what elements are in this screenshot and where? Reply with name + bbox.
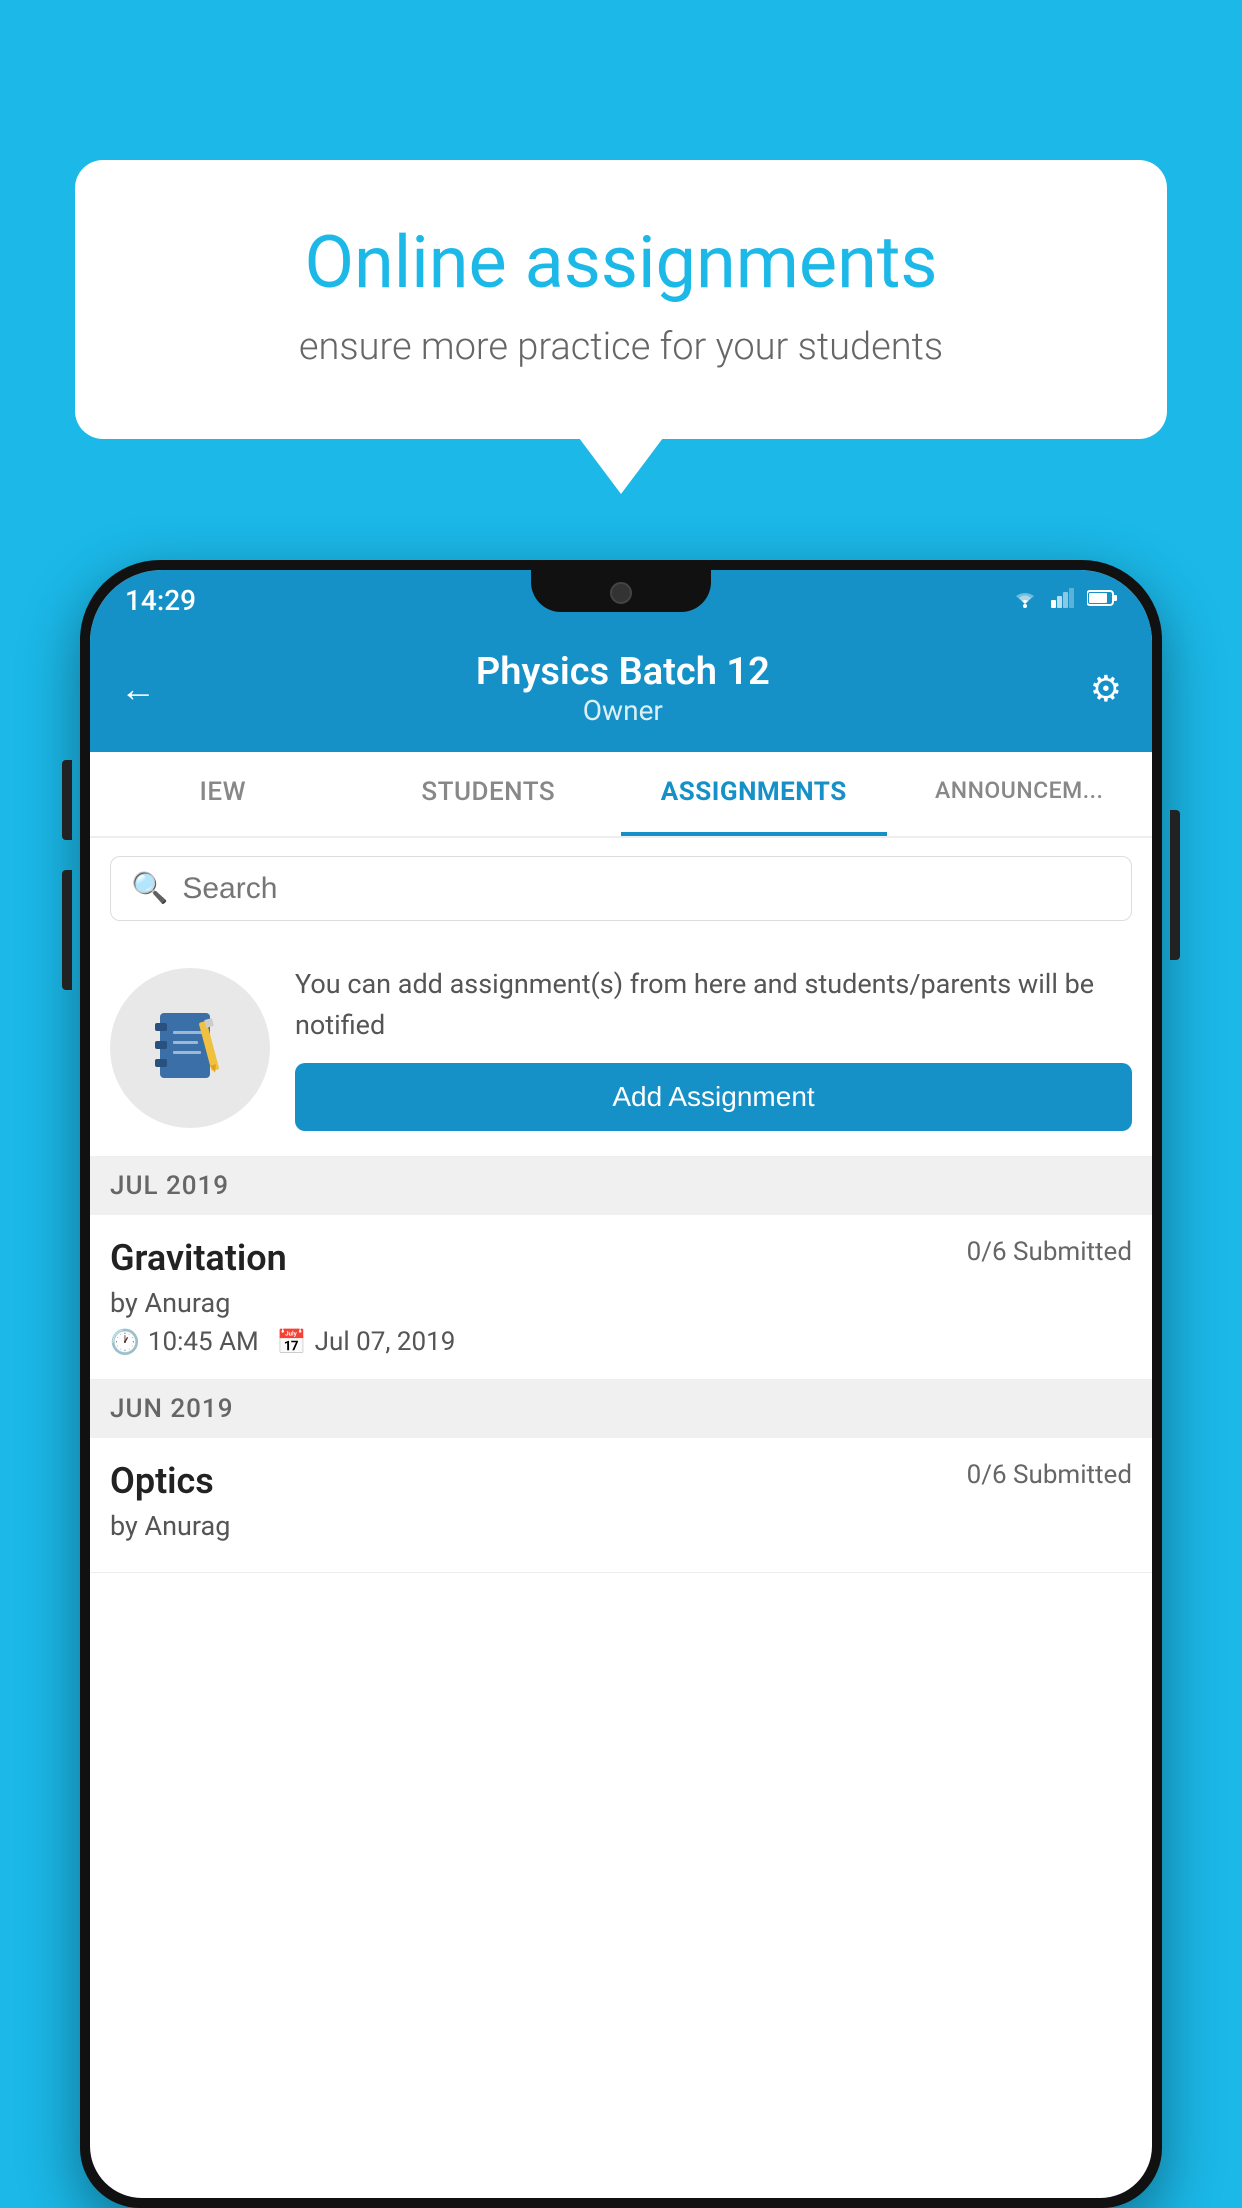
app-header: ← Physics Batch 12 Owner ⚙ (90, 630, 1152, 752)
batch-title: Physics Batch 12 (476, 650, 770, 694)
search-icon: 🔍 (131, 871, 168, 906)
assignment-row-top: Gravitation 0/6 Submitted (110, 1237, 1132, 1279)
phone-notch (531, 570, 711, 612)
search-container: 🔍 (90, 838, 1152, 939)
assignment-by-gravitation: by Anurag (110, 1287, 1132, 1319)
phone-volume-up-btn (62, 760, 72, 840)
assignment-optics-row-top: Optics 0/6 Submitted (110, 1460, 1132, 1502)
back-button[interactable]: ← (120, 668, 156, 710)
header-center: Physics Batch 12 Owner (476, 650, 770, 727)
assignment-meta-gravitation: 🕐 10:45 AM 📅 Jul 07, 2019 (110, 1327, 1132, 1357)
assignment-name-optics: Optics (110, 1460, 214, 1502)
add-assignment-button[interactable]: Add Assignment (295, 1063, 1132, 1131)
assignment-name-gravitation: Gravitation (110, 1237, 287, 1279)
meta-time: 🕐 10:45 AM (110, 1327, 259, 1357)
promo-right: You can add assignment(s) from here and … (295, 964, 1132, 1131)
tab-iew[interactable]: IEW (90, 752, 356, 836)
phone-camera (610, 582, 632, 604)
signal-icon (1051, 588, 1075, 612)
assignment-by-optics: by Anurag (110, 1510, 1132, 1542)
assignment-optics[interactable]: Optics 0/6 Submitted by Anurag (90, 1438, 1152, 1573)
calendar-icon: 📅 (277, 1328, 307, 1356)
settings-icon[interactable]: ⚙ (1090, 668, 1122, 710)
section-jul-2019: JUL 2019 (90, 1157, 1152, 1215)
speech-bubble-subtitle: ensure more practice for your students (145, 325, 1097, 369)
notebook-svg-icon (145, 1003, 235, 1093)
tab-assignments[interactable]: ASSIGNMENTS (621, 752, 887, 836)
promo-description: You can add assignment(s) from here and … (295, 964, 1132, 1045)
tabs-bar: IEW STUDENTS ASSIGNMENTS ANNOUNCEM... (90, 752, 1152, 838)
battery-icon (1087, 589, 1117, 611)
search-input[interactable] (182, 872, 1111, 906)
promo-section: You can add assignment(s) from here and … (90, 939, 1152, 1157)
assignment-date: Jul 07, 2019 (315, 1327, 456, 1357)
assignment-submitted-optics: 0/6 Submitted (967, 1460, 1132, 1490)
assignment-time: 10:45 AM (148, 1327, 259, 1357)
phone-frame: 14:29 (80, 560, 1162, 2208)
phone-screen: 14:29 (90, 570, 1152, 2198)
status-time: 14:29 (125, 584, 196, 617)
speech-bubble-card: Online assignments ensure more practice … (75, 160, 1167, 439)
wifi-icon (1011, 588, 1039, 612)
search-input-wrapper: 🔍 (110, 856, 1132, 921)
tab-announcements[interactable]: ANNOUNCEM... (887, 752, 1153, 836)
status-icons (1011, 588, 1117, 612)
tab-students[interactable]: STUDENTS (356, 752, 622, 836)
assignment-submitted-gravitation: 0/6 Submitted (967, 1237, 1132, 1267)
meta-date: 📅 Jul 07, 2019 (277, 1327, 456, 1357)
assignment-gravitation[interactable]: Gravitation 0/6 Submitted by Anurag 🕐 10… (90, 1215, 1152, 1380)
assignment-icon-circle (110, 968, 270, 1128)
section-jun-2019: JUN 2019 (90, 1380, 1152, 1438)
batch-subtitle: Owner (476, 694, 770, 727)
phone-power-btn (1170, 810, 1180, 960)
phone-volume-down-btn (62, 870, 72, 990)
clock-icon: 🕐 (110, 1328, 140, 1356)
speech-bubble-title: Online assignments (145, 220, 1097, 305)
